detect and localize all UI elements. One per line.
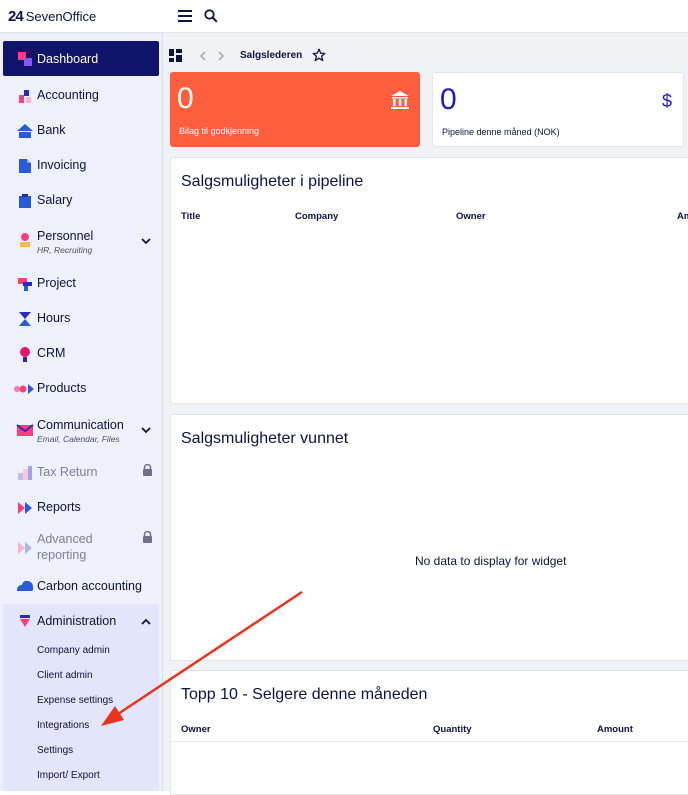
carbon-icon [17,580,34,591]
sidebar-subitem-import-export[interactable]: Import/ Export [37,770,100,781]
bank-building-icon [391,91,409,109]
sidebar-item-label: Tax Return [37,465,98,479]
chevron-left-icon[interactable] [199,51,207,61]
widget-top10: Topp 10 - Selgere denne måneden Owner Qu… [170,670,688,795]
sidebar-item-project[interactable]: Project [3,275,159,297]
sidebar-item-label: Dashboard [37,52,99,66]
communication-icon [16,424,34,436]
sidebar-item-sublabel: Email, Calendar, Files [37,434,120,444]
sidebar-subitem-company-admin[interactable]: Company admin [37,645,110,656]
column-header-owner[interactable]: Owner [456,211,486,222]
empty-message: No data to display for widget [415,554,567,568]
sidebar-item-hours[interactable]: Hours [3,310,159,332]
sidebar-item-label: Bank [37,123,66,137]
sidebar-item-label: Salary [37,193,73,207]
widget-won: Salgsmuligheter vunnet No data to displa… [170,414,688,661]
accounting-icon [19,90,31,103]
sidebar-item-communication[interactable]: Communication Email, Calendar, Files [3,416,159,446]
chevron-up-icon[interactable] [141,617,151,627]
logo-text: SevenOffice [25,9,97,24]
project-icon [18,278,32,291]
sidebar-item-label: Carbon accounting [37,579,142,593]
column-header-owner[interactable]: Owner [181,724,211,735]
sidebar-item-label-line2: reporting [37,548,87,562]
salary-icon [19,194,31,208]
sidebar-item-label: Accounting [37,88,99,102]
search-icon[interactable] [204,9,218,23]
lock-icon [143,531,152,543]
kpi-card-pipeline[interactable]: 0 $ Pipeline denne måned (NOK) [432,72,684,147]
sidebar-item-carbon-accounting[interactable]: Carbon accounting [3,578,159,600]
sidebar-subitem-expense-settings[interactable]: Expense settings [37,695,113,706]
chevron-down-icon[interactable] [141,236,151,246]
sidebar-item-dashboard[interactable]: Dashboard [3,41,159,76]
administration-icon [20,615,30,627]
advanced-reporting-icon [18,542,32,554]
sidebar-item-advanced-reporting[interactable]: Advanced reporting [3,530,159,564]
sidebar-subitem-settings[interactable]: Settings [37,745,73,756]
kpi-caption: Bilag til godkjenning [179,126,260,136]
dashboard-icon [18,52,32,66]
column-header-quantity[interactable]: Quantity [433,724,472,735]
products-icon [14,384,34,394]
sidebar-item-invoicing[interactable]: Invoicing [3,157,159,179]
sidebar-item-label: Administration [37,614,117,628]
hamburger-icon[interactable] [178,10,192,22]
sidebar: Dashboard Accounting Bank Invoicing Sala… [0,33,163,791]
sidebar-item-crm[interactable]: CRM [3,345,159,367]
widget-title: Topp 10 - Selgere denne måneden [181,686,428,703]
sidebar-subitem-integrations[interactable]: Integrations [37,720,89,731]
widget-pipeline: Salgsmuligheter i pipeline Title Company… [170,157,688,404]
kpi-card-pending-approval[interactable]: 0 Bilag til godkjenning [170,72,420,147]
sidebar-item-label: CRM [37,346,66,360]
sidebar-item-label: Project [37,276,76,290]
sidebar-item-products[interactable]: Products [3,380,159,402]
invoice-icon [19,159,31,173]
sidebar-subitem-client-admin[interactable]: Client admin [37,670,93,681]
sidebar-item-reports[interactable]: Reports [3,499,159,521]
sidebar-item-personnel[interactable]: Personnel HR, Recruiting [3,227,159,257]
lock-icon [143,464,152,476]
sidebar-item-label: Hours [37,311,71,325]
chevron-right-icon[interactable] [217,51,225,61]
chevron-down-icon[interactable] [141,425,151,435]
sidebar-item-sublabel: HR, Recruiting [37,245,93,255]
personnel-icon [20,233,30,247]
column-header-amount[interactable]: Amount [597,724,633,735]
sidebar-item-label: Products [37,381,87,395]
reports-icon [18,502,32,514]
sidebar-item-label: Reports [37,500,81,514]
bank-icon [17,124,33,138]
kpi-caption: Pipeline denne måned (NOK) [442,127,560,137]
top-bar: 24 SevenOffice [0,0,688,33]
divider [171,741,688,742]
column-header-company[interactable]: Company [295,211,338,222]
sidebar-item-label: Invoicing [37,158,87,172]
widget-title: Salgsmuligheter i pipeline [181,173,364,190]
sidebar-item-salary[interactable]: Salary [3,192,159,214]
logo-mark: 24 [8,8,24,25]
logo[interactable]: 24 SevenOffice [8,8,96,25]
main-content: Salgslederen 0 Bilag til godkjenning 0 $… [163,33,688,795]
sidebar-item-administration[interactable]: Administration [3,613,159,635]
sidebar-item-accounting[interactable]: Accounting [3,87,159,109]
column-header-title[interactable]: Title [181,211,200,222]
sidebar-item-label: Personnel [37,229,94,243]
sidebar-item-label: Communication [37,418,124,432]
crm-icon [20,347,30,362]
star-icon[interactable] [312,48,326,62]
sidebar-item-tax-return[interactable]: Tax Return [3,464,159,486]
breadcrumb: Salgslederen [240,50,303,61]
dollar-icon: $ [661,91,672,111]
tax-return-icon [18,466,32,480]
sidebar-item-label: Advanced [37,532,93,546]
widget-title: Salgsmuligheter vunnet [181,430,349,447]
hourglass-icon [19,312,31,326]
dashboard-grid-icon[interactable] [169,49,182,62]
kpi-value: 0 [177,82,194,115]
column-header-amount[interactable]: Am [677,211,688,222]
sidebar-item-bank[interactable]: Bank [3,122,159,144]
kpi-value: 0 [440,83,457,116]
